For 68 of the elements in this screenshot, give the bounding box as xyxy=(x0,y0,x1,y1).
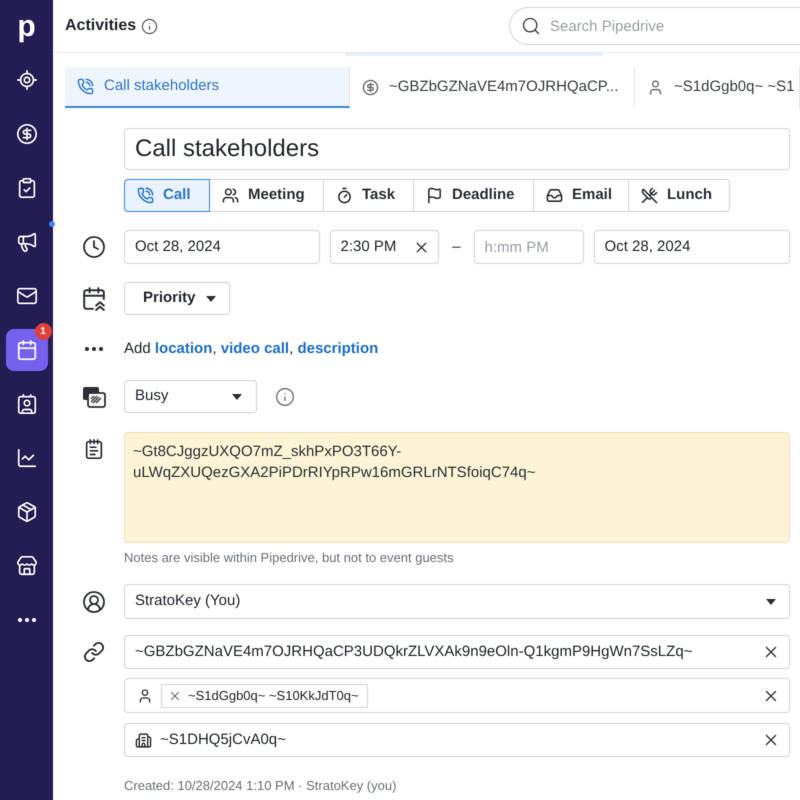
building-icon xyxy=(135,732,152,748)
contact-card-icon xyxy=(16,393,38,415)
add-details-text: Add location, video call, description xyxy=(124,338,378,359)
info-icon[interactable] xyxy=(141,18,158,34)
add-detail-link[interactable]: description xyxy=(297,340,378,357)
start-date-field[interactable]: Oct 28, 2024 xyxy=(124,230,320,264)
app-logo[interactable]: p xyxy=(17,12,36,42)
mail-icon xyxy=(16,285,38,307)
calendar-icon xyxy=(16,339,38,361)
add-detail-link[interactable]: location xyxy=(154,340,212,357)
person-field[interactable]: ~S1dGgb0q~ ~S10KkJdT0q~ xyxy=(124,678,790,713)
record-tab[interactable]: ~S1dGgb0q~ ~S1 xyxy=(635,67,800,108)
utensils-icon xyxy=(641,187,658,204)
busy-status-icon xyxy=(82,386,106,408)
clock-icon xyxy=(82,235,106,259)
page-title: Activities xyxy=(65,16,136,36)
created-info: Created: 10/28/2024 1:10 PM · StratoKey (you) xyxy=(124,778,396,794)
activity-type-button[interactable]: Lunch xyxy=(628,179,730,212)
caret-icon xyxy=(766,598,776,604)
people-icon xyxy=(222,187,239,204)
activity-type-button[interactable]: Task xyxy=(323,179,414,212)
more-icon xyxy=(18,618,36,622)
end-date-field[interactable]: Oct 28, 2024 xyxy=(594,230,790,264)
sidebar-item[interactable] xyxy=(6,329,48,371)
note-icon xyxy=(83,438,105,460)
caret-icon xyxy=(232,394,242,400)
caret-icon xyxy=(206,296,216,302)
activity-type-button[interactable]: Deadline xyxy=(413,179,534,212)
info-icon[interactable] xyxy=(275,386,295,406)
start-time-field[interactable]: 2:30 PM xyxy=(330,230,440,264)
store-icon xyxy=(16,555,38,577)
inbox-icon xyxy=(546,187,563,204)
search-field[interactable]: Search Pipedrive xyxy=(509,7,800,45)
phone-icon xyxy=(137,187,154,204)
record-tab[interactable]: Call stakeholders xyxy=(65,67,350,108)
organization-field[interactable]: ~S1DHQ5jCvA0q~ xyxy=(124,723,790,757)
flag-icon xyxy=(426,187,443,204)
activity-type-button[interactable]: Email xyxy=(533,179,629,212)
note-field[interactable]: ~Gt8CJggzUXQO7mZ_skhPxPO3T66Y-uLWqZXUQezGXA2PiPDrRIYpRPw16mGRLrNTSfoiqC74q~ xyxy=(124,432,790,543)
dollar-icon xyxy=(362,79,379,96)
person-icon xyxy=(137,688,153,704)
dollar-icon xyxy=(16,123,38,145)
search-icon xyxy=(521,16,541,36)
more-icon xyxy=(85,347,103,351)
end-time-field[interactable]: h:mm PM xyxy=(474,230,584,264)
link-icon xyxy=(83,641,105,663)
megaphone-icon xyxy=(16,231,38,253)
notification-badge: 1 xyxy=(34,323,52,340)
title-field[interactable]: Call stakeholders xyxy=(124,128,790,170)
target-icon xyxy=(16,69,38,91)
phone-icon xyxy=(77,78,94,95)
record-tab[interactable]: ~GBZbGZNaVE4m7OJRHQaCP... xyxy=(350,67,635,108)
time-range-separator: – xyxy=(452,236,461,257)
activity-type-button[interactable]: Meeting xyxy=(209,179,324,212)
deal-field[interactable]: ~GBZbGZNaVE4m7OJRHQaCP3UDQkrZLVXAk9n9eOln-Q1kgmP9HgWn7SsLZq~ xyxy=(124,635,790,669)
line-chart-icon xyxy=(16,447,38,469)
note-hint: Notes are visible within Pipedrive, but not to event guests xyxy=(124,550,454,566)
activity-type-button[interactable]: Call xyxy=(124,179,210,212)
availability-dropdown[interactable]: Busy xyxy=(124,380,257,413)
person-icon xyxy=(647,79,664,96)
timer-icon xyxy=(336,187,353,204)
add-detail-link[interactable]: video call xyxy=(220,340,290,357)
priority-dropdown[interactable]: Priority xyxy=(124,282,230,315)
person-name: ~S1dGgb0q~ ~S10KkJdT0q~ xyxy=(188,686,359,705)
box-icon xyxy=(16,501,38,523)
user-circle-icon xyxy=(82,590,106,614)
calendar-priority-icon xyxy=(83,286,105,310)
owner-dropdown[interactable]: StratoKey (You) xyxy=(124,584,790,619)
